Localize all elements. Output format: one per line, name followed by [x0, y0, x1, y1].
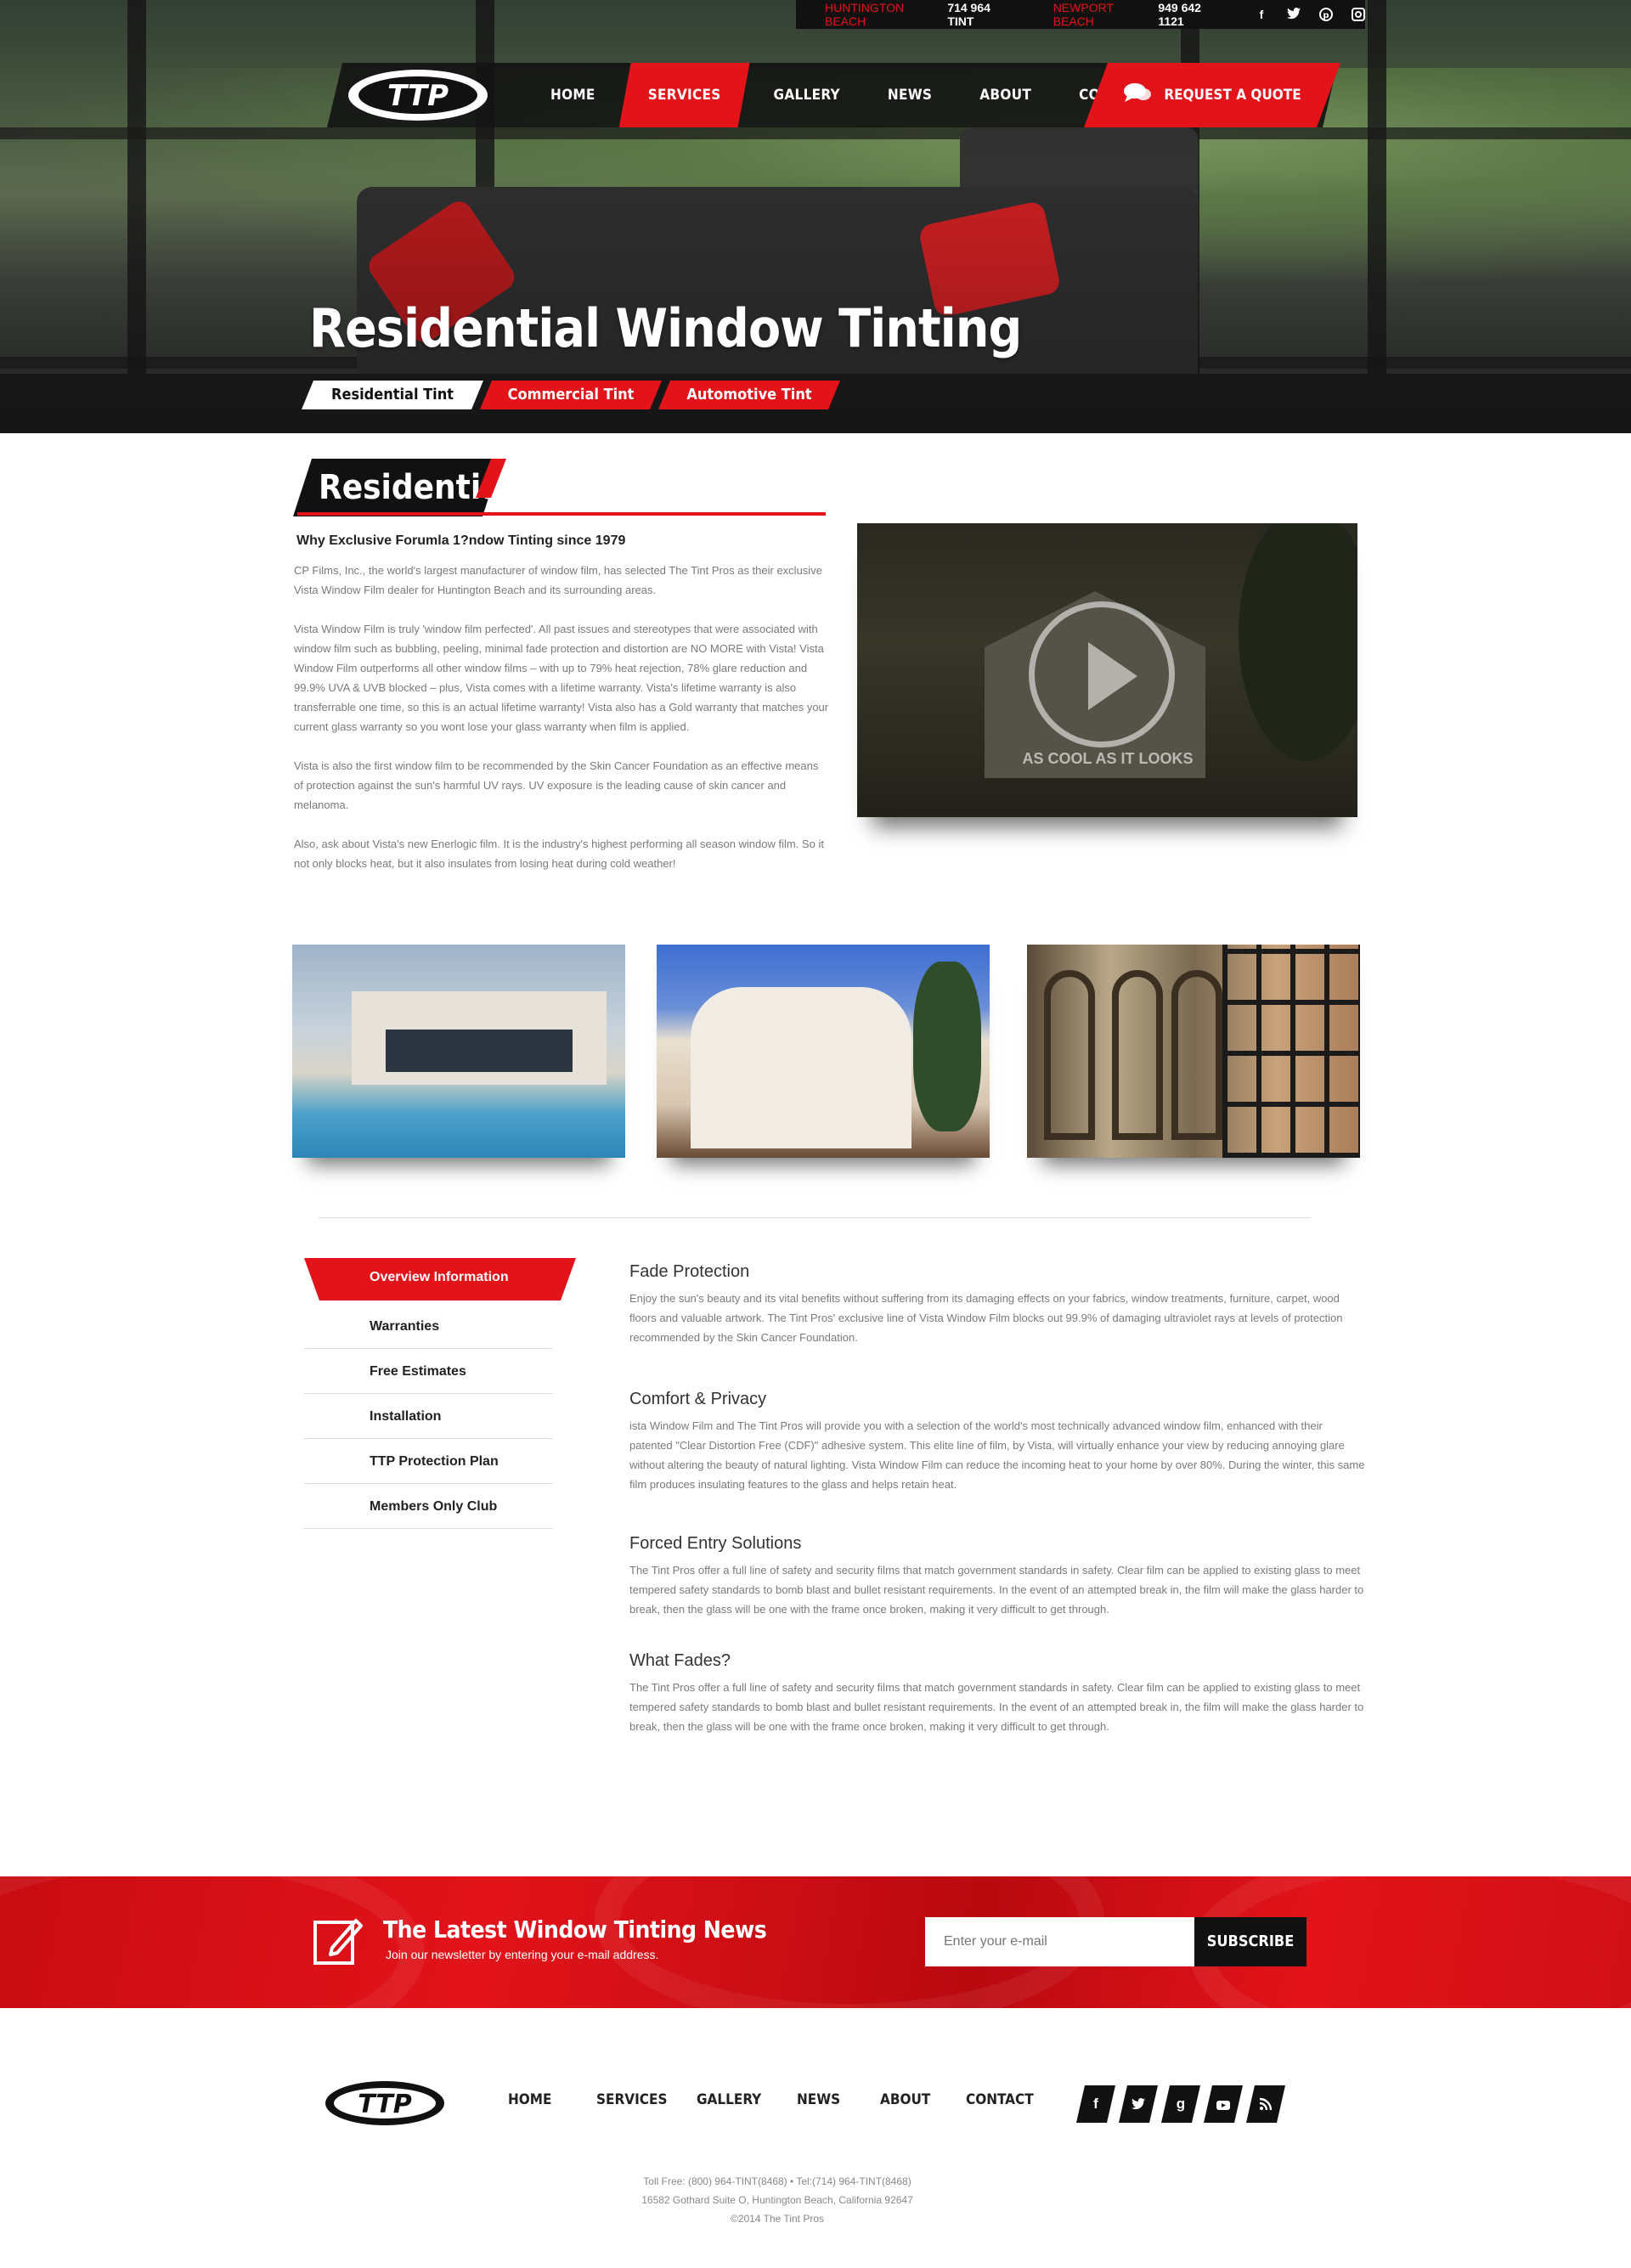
- nav-news[interactable]: NEWS: [864, 63, 956, 127]
- newsletter-edit-icon: [313, 1919, 363, 1965]
- newsletter-email-input[interactable]: [925, 1917, 1195, 1966]
- play-icon[interactable]: [1088, 642, 1137, 710]
- youtube-icon[interactable]: [1204, 2085, 1243, 2123]
- section-divider: [319, 1217, 1311, 1218]
- footer-nav-about[interactable]: ABOUT: [880, 2091, 930, 2108]
- feature-forced-entry: Forced Entry Solutions The Tint Pros off…: [629, 1534, 1369, 1619]
- ttp-logo[interactable]: TTP: [347, 68, 489, 122]
- feature-what-fades: What Fades? The Tint Pros offer a full l…: [629, 1651, 1369, 1736]
- phone-huntington[interactable]: 714 964 TINT: [947, 1, 1015, 28]
- video-player[interactable]: AS COOL AS IT LOOKS: [857, 523, 1357, 817]
- phone-newport[interactable]: 949 642 1121: [1158, 1, 1226, 28]
- svg-text:p: p: [1323, 11, 1329, 20]
- rss-icon[interactable]: [1246, 2085, 1285, 2123]
- tab-commercial-tint[interactable]: Commercial Tint: [480, 381, 662, 409]
- footer-nav-contact[interactable]: CONTACT: [966, 2091, 1034, 2108]
- footer-nav-gallery[interactable]: GALLERY: [697, 2091, 761, 2108]
- page-title: Residential Window Tinting: [309, 297, 1022, 359]
- footer-copyright: ©2014 The Tint Pros: [730, 2213, 824, 2225]
- video-caption: AS COOL AS IT LOOKS: [1022, 750, 1194, 767]
- feature-text: ista Window Film and The Tint Pros will …: [629, 1419, 1365, 1491]
- feature-title: What Fades?: [629, 1651, 731, 1670]
- main-nav: HOME SERVICES GALLERY NEWS ABOUT CONTACT: [527, 63, 1172, 127]
- feature-text: The Tint Pros offer a full line of safet…: [629, 1681, 1364, 1733]
- google-plus-icon[interactable]: g: [1161, 2085, 1200, 2123]
- footer-nav-services[interactable]: SERVICES: [596, 2091, 667, 2108]
- nav-home[interactable]: HOME: [527, 63, 619, 127]
- footer-nav-home[interactable]: HOME: [508, 2091, 551, 2108]
- tint-type-tabs: Residential Tint Commercial Tint Automot…: [302, 381, 837, 409]
- nav-services[interactable]: SERVICES: [619, 63, 750, 127]
- feature-title: Fade Protection: [629, 1262, 750, 1281]
- feature-text: Enjoy the sun's beauty and its vital ben…: [629, 1292, 1343, 1344]
- pinterest-icon[interactable]: p: [1319, 8, 1334, 21]
- svg-text:TTP: TTP: [358, 2090, 412, 2119]
- facebook-icon[interactable]: f: [1255, 8, 1268, 21]
- request-quote-button[interactable]: REQUEST A QUOTE: [1084, 63, 1340, 127]
- location-label-newport: NEWPORT BEACH: [1053, 1, 1114, 28]
- gallery-photo-arched-corridor[interactable]: [1027, 945, 1360, 1158]
- menu-free-estimates[interactable]: Free Estimates: [304, 1349, 552, 1394]
- newsletter-title: The Latest Window Tinting News: [383, 1915, 767, 1944]
- footer-address-line: 16582 Gothard Suite O, Huntington Beach,…: [641, 2194, 913, 2206]
- intro-paragraph: CP Films, Inc., the world's largest manu…: [294, 564, 822, 596]
- request-quote-label: REQUEST A QUOTE: [1164, 87, 1301, 104]
- intro-paragraph: Also, ask about Vista's new Enerlogic fi…: [294, 838, 824, 870]
- intro-paragraph: Vista Window Film is truly 'window film …: [294, 623, 829, 733]
- section-title-residential: Residential: [293, 459, 501, 516]
- contact-topbar: HUNTINGTON BEACH 714 964 TINT NEWPORT BE…: [796, 0, 1366, 29]
- feature-title: Forced Entry Solutions: [629, 1534, 802, 1553]
- twitter-icon[interactable]: [1119, 2085, 1158, 2123]
- nav-about[interactable]: ABOUT: [956, 63, 1055, 127]
- footer-contact-info: Toll Free: (800) 964-TINT(8468) • Tel:(7…: [0, 2172, 1555, 2228]
- footer-nav-news[interactable]: NEWS: [797, 2091, 840, 2108]
- intro-paragraph: Vista is also the first window film to b…: [294, 759, 819, 811]
- feature-fade-protection: Fade Protection Enjoy the sun's beauty a…: [629, 1262, 1369, 1347]
- twitter-icon[interactable]: [1287, 8, 1301, 21]
- feature-title: Comfort & Privacy: [629, 1390, 767, 1408]
- menu-overview-information[interactable]: Overview Information: [304, 1258, 576, 1300]
- gallery-photo-modern-home[interactable]: [292, 945, 625, 1158]
- menu-warranties[interactable]: Warranties: [304, 1304, 552, 1349]
- gallery-photo-beach-house[interactable]: [657, 945, 990, 1158]
- nav-gallery[interactable]: GALLERY: [750, 63, 864, 127]
- footer-ttp-logo[interactable]: TTP: [325, 2079, 445, 2127]
- feature-text: The Tint Pros offer a full line of safet…: [629, 1564, 1364, 1616]
- intro-text: CP Films, Inc., the world's largest manu…: [294, 561, 829, 893]
- facebook-icon[interactable]: f: [1076, 2085, 1115, 2123]
- location-label-huntington: HUNTINGTON BEACH: [825, 1, 905, 28]
- svg-text:TTP: TTP: [387, 79, 449, 113]
- newsletter-band: The Latest Window Tinting News Join our …: [0, 1876, 1631, 2008]
- tab-automotive-tint[interactable]: Automotive Tint: [658, 381, 840, 409]
- section-rule: [297, 512, 826, 516]
- intro-heading: Why Exclusive Forumla 1?ndow Tinting sin…: [296, 533, 626, 548]
- menu-members-only-club[interactable]: Members Only Club: [304, 1484, 552, 1529]
- services-side-menu: Overview Information Warranties Free Est…: [304, 1258, 552, 1529]
- subscribe-button[interactable]: SUBSCRIBE: [1194, 1917, 1306, 1966]
- menu-ttp-protection-plan[interactable]: TTP Protection Plan: [304, 1439, 552, 1484]
- tab-residential-tint[interactable]: Residential Tint: [302, 381, 483, 409]
- feature-comfort-privacy: Comfort & Privacy ista Window Film and T…: [629, 1390, 1369, 1494]
- instagram-icon[interactable]: [1352, 8, 1366, 21]
- footer-phone-line: Toll Free: (800) 964-TINT(8468) • Tel:(7…: [643, 2175, 911, 2187]
- chat-bubble-icon: [1123, 82, 1152, 110]
- newsletter-subtitle: Join our newsletter by entering your e-m…: [386, 1948, 659, 1961]
- menu-installation[interactable]: Installation: [304, 1394, 552, 1439]
